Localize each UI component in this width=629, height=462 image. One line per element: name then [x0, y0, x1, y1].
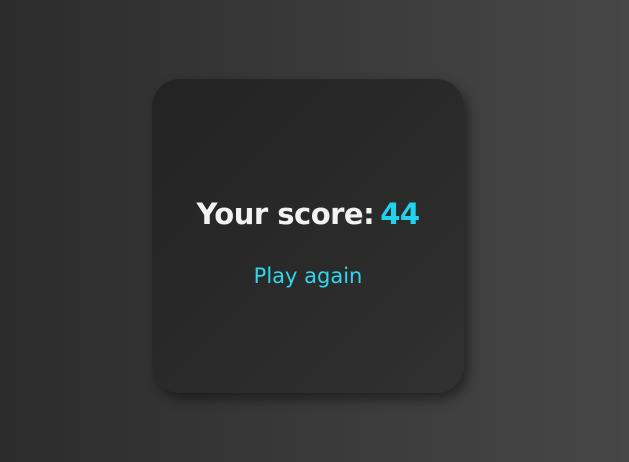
play-again-button[interactable]: Play again [152, 264, 464, 288]
score-display: Your score: 44 [152, 197, 464, 231]
score-value: 44 [380, 197, 420, 231]
score-label: Your score: [196, 197, 375, 231]
game-over-card: Your score: 44 Play again [152, 79, 464, 393]
